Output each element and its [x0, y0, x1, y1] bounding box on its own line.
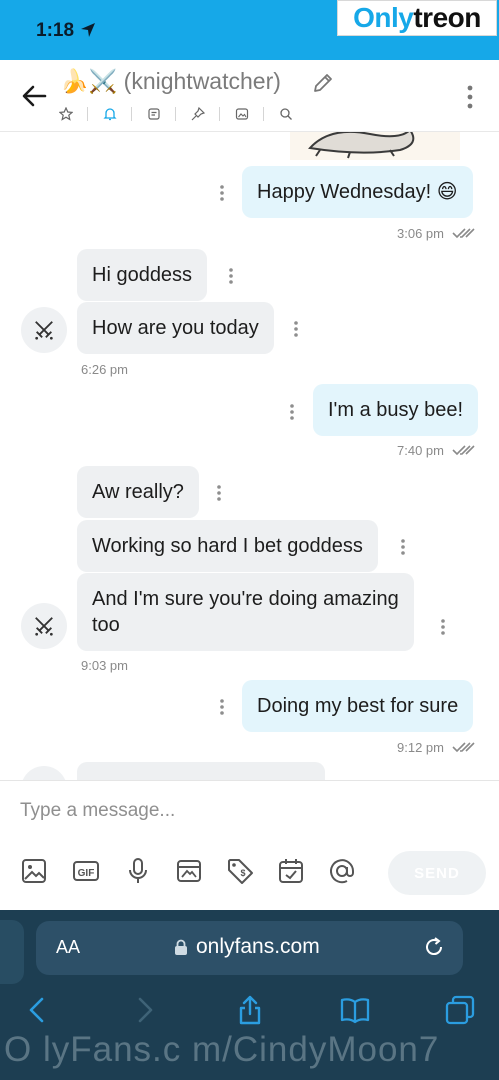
message-bubble-incoming[interactable]: Aw really? [77, 466, 199, 518]
crossed-swords-icon [33, 615, 55, 637]
header-tools [56, 104, 295, 123]
bookmarks-icon[interactable] [339, 994, 371, 1026]
message-composer: GIF $ SEND [0, 780, 499, 910]
chat-area[interactable]: Happy Wednesday! 😄 3:06 pm Hi goddess Ho… [0, 132, 499, 780]
message-options-icon[interactable] [289, 403, 295, 421]
status-bar: 1:18 Onlytreon [0, 0, 499, 60]
star-icon[interactable] [56, 104, 75, 123]
search-icon[interactable] [276, 104, 295, 123]
bottom-watermark: O lyFans.c m/CindyMoon7 [4, 1030, 440, 1069]
gif-icon[interactable]: GIF [72, 857, 100, 885]
message-input[interactable] [20, 795, 480, 827]
message-line: too [92, 614, 120, 636]
crossed-swords-icon [33, 319, 55, 341]
address-bar[interactable]: AA onlyfans.com [36, 921, 463, 975]
microphone-icon[interactable] [124, 857, 152, 885]
message-bubble-incoming[interactable]: Working so hard I bet goddess [77, 520, 378, 572]
pencil-icon[interactable] [312, 72, 334, 94]
back-arrow-icon[interactable] [20, 82, 48, 110]
image-icon[interactable] [232, 104, 251, 123]
divider [87, 107, 88, 121]
reader-aa-button[interactable]: AA [56, 937, 80, 958]
nav-back-icon[interactable] [22, 994, 54, 1026]
message-time: 9:12 pm [397, 740, 444, 755]
chat-header: 🍌⚔️ (knightwatcher) [0, 60, 499, 132]
bell-icon[interactable] [100, 104, 119, 123]
watermark-logo: Onlytreon [337, 0, 497, 36]
sticker-image[interactable] [290, 132, 460, 160]
avatar[interactable] [21, 307, 67, 353]
double-check-icon [452, 444, 476, 456]
double-check-icon [452, 741, 476, 753]
calendar-check-icon[interactable] [277, 857, 305, 885]
vault-icon[interactable] [175, 857, 203, 885]
watermark-part2: treon [413, 2, 481, 33]
message-options-icon[interactable] [400, 538, 406, 556]
message-bubble-incoming[interactable] [77, 762, 325, 780]
divider [131, 107, 132, 121]
previous-tab[interactable] [0, 920, 24, 984]
contact-name[interactable]: 🍌⚔️ (knightwatcher) [60, 68, 281, 95]
message-line: And I'm sure you're doing amazing [92, 588, 399, 610]
message-options-icon[interactable] [219, 698, 225, 716]
message-options-icon[interactable] [228, 267, 234, 285]
avatar[interactable] [21, 766, 67, 780]
message-time: 3:06 pm [397, 226, 444, 241]
divider [219, 107, 220, 121]
note-icon[interactable] [144, 104, 163, 123]
divider [263, 107, 264, 121]
message-bubble-incoming[interactable]: How are you today [77, 302, 274, 354]
message-options-icon[interactable] [219, 184, 225, 202]
message-bubble-incoming[interactable]: Hi goddess [77, 249, 208, 301]
pin-icon[interactable] [188, 104, 207, 123]
message-time: 6:26 pm [81, 362, 128, 377]
more-vertical-icon[interactable] [462, 82, 478, 112]
double-check-icon [452, 227, 476, 239]
message-options-icon[interactable] [293, 320, 299, 338]
avatar[interactable] [21, 603, 67, 649]
url-text[interactable]: onlyfans.com [196, 935, 320, 959]
message-options-icon[interactable] [440, 618, 446, 636]
at-icon[interactable] [328, 857, 356, 885]
status-time: 1:18 [36, 20, 75, 41]
price-tag-icon[interactable]: $ [226, 857, 254, 885]
gallery-icon[interactable] [20, 857, 48, 885]
svg-text:GIF: GIF [78, 868, 95, 879]
message-time: 7:40 pm [397, 443, 444, 458]
reload-icon[interactable] [422, 935, 446, 959]
message-time: 9:03 pm [81, 658, 128, 673]
message-options-icon[interactable] [216, 484, 222, 502]
message-bubble-outgoing[interactable]: Doing my best for sure [242, 680, 474, 732]
message-bubble-incoming[interactable]: And I'm sure you're doing amazing too [77, 573, 414, 651]
tabs-icon[interactable] [444, 994, 476, 1026]
message-bubble-outgoing[interactable]: I'm a busy bee! [313, 384, 478, 436]
svg-text:$: $ [240, 868, 245, 878]
divider [175, 107, 176, 121]
message-bubble-outgoing[interactable]: Happy Wednesday! 😄 [242, 166, 473, 218]
lock-icon [175, 939, 187, 955]
location-arrow-icon [81, 23, 95, 37]
share-icon[interactable] [234, 994, 266, 1026]
watermark-part1: Only [353, 2, 414, 33]
send-button[interactable]: SEND [388, 851, 486, 895]
nav-forward-icon[interactable] [128, 994, 160, 1026]
